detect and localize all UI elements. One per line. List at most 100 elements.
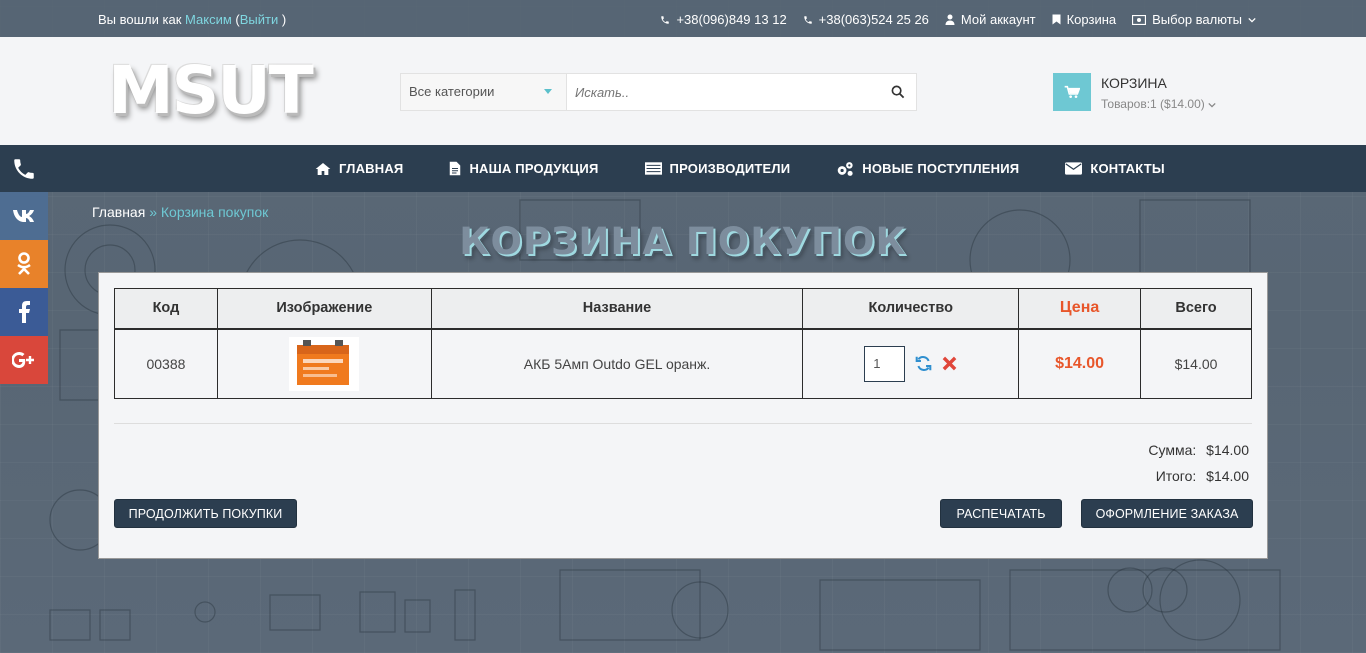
money-icon (1132, 14, 1147, 25)
cart-panel: Код Изображение Название Количество Цена… (98, 272, 1268, 559)
cart-totals: Сумма: $14.00 Итого: $14.00 (1148, 437, 1249, 489)
social-sidebar (0, 192, 48, 384)
quantity-controls (864, 345, 957, 382)
top-links: +38(096)849 13 12 +38(063)524 25 26 Мой … (660, 12, 1256, 27)
subtotal-value: $14.00 (1206, 442, 1249, 458)
home-icon (315, 162, 331, 175)
header-cart-summary-text: Товаров:1 ($14.00) (1101, 97, 1205, 111)
nav-item-new-arrivals-label: НОВЫЕ ПОСТУПЛЕНИЯ (862, 161, 1020, 176)
subtotal-row: Сумма: $14.00 (1148, 437, 1249, 463)
cart-link-label: Корзина (1066, 12, 1117, 27)
product-thumbnail[interactable] (289, 336, 360, 391)
google-plus-button[interactable] (0, 336, 48, 384)
cart-table: Код Изображение Название Количество Цена… (114, 288, 1252, 399)
chevron-down-icon (1248, 17, 1256, 23)
search-button[interactable] (880, 74, 916, 110)
header-total: Всего (1140, 288, 1252, 330)
site-logo[interactable]: MSUT (108, 47, 314, 135)
list-icon (644, 162, 662, 175)
cell-code: 00388 (114, 328, 218, 399)
print-button[interactable]: РАСПЕЧАТАТЬ (940, 499, 1062, 528)
phone-icon (661, 15, 670, 24)
currency-label: Выбор валюты (1152, 12, 1242, 27)
total-row: Итого: $14.00 (1148, 463, 1249, 489)
odnoklassniki-icon (17, 252, 31, 275)
top-bar: Вы вошли как Максим (Выйти ) +38(096)849… (0, 0, 1366, 37)
cell-image (216, 328, 432, 399)
cell-quantity (802, 328, 1020, 399)
gears-icon (837, 161, 853, 176)
cell-name[interactable]: АКБ 5Амп Outdo GEL оранж. (430, 328, 804, 399)
search-input[interactable] (567, 74, 880, 110)
cart-table-header: Код Изображение Название Количество Цена… (114, 288, 1252, 330)
header-cart-summary: Товаров:1 ($14.00) (1101, 97, 1216, 111)
breadcrumb-current[interactable]: Корзина покупок (161, 204, 268, 220)
logout-link[interactable]: Выйти (240, 12, 279, 27)
header-quantity: Количество (802, 288, 1020, 330)
breadcrumb-home[interactable]: Главная (92, 204, 145, 220)
nav-item-products-label: НАША ПРОДУКЦИЯ (469, 161, 599, 176)
nav-menu: ГЛАВНАЯ НАША ПРОДУКЦИЯ ПРОИЗВОДИТЕЛИ НОВ… (315, 145, 1211, 192)
phone-icon (14, 158, 34, 179)
quantity-input[interactable] (864, 345, 906, 382)
phone-1[interactable]: +38(096)849 13 12 (660, 12, 787, 27)
nav-item-new-arrivals[interactable]: НОВЫЕ ПОСТУПЛЕНИЯ (836, 161, 1019, 177)
chevron-down-icon (1208, 102, 1216, 108)
cart-link[interactable]: Корзина (1052, 12, 1117, 27)
login-status: Вы вошли как Максим (Выйти ) (98, 12, 286, 27)
phone-2-text: +38(063)524 25 26 (818, 12, 929, 27)
bookmark-icon (1052, 14, 1061, 25)
category-select[interactable]: Все категории (401, 74, 567, 110)
phone-callback-button[interactable] (0, 145, 48, 192)
logout-close-paren: ) (281, 12, 287, 27)
nav-item-manufacturers-label: ПРОИЗВОДИТЕЛИ (669, 161, 791, 176)
search-icon (891, 85, 905, 99)
breadcrumb: Главная » Корзина покупок (92, 204, 268, 220)
battery-image (297, 339, 350, 385)
user-name-link[interactable]: Максим (185, 12, 232, 27)
user-icon (945, 14, 955, 25)
shopping-cart-icon (1053, 73, 1091, 111)
phone-2[interactable]: +38(063)524 25 26 (803, 12, 929, 27)
nav-item-contacts-label: КОНТАКТЫ (1090, 161, 1165, 176)
site-header: MSUT Все категории КОРЗИНА Товаров:1 ($1… (0, 37, 1366, 145)
login-prefix: Вы вошли как (98, 12, 182, 27)
search-bar: Все категории (400, 73, 917, 111)
nav-item-home-label: ГЛАВНАЯ (339, 161, 404, 176)
subtotal-label: Сумма: (1148, 442, 1197, 458)
odnoklassniki-button[interactable] (0, 240, 48, 288)
google-plus-icon (12, 352, 34, 368)
account-label: Мой аккаунт (960, 12, 1036, 27)
file-icon (450, 161, 461, 176)
refresh-icon[interactable] (915, 355, 932, 372)
header-code: Код (114, 288, 218, 330)
account-link[interactable]: Мой аккаунт (945, 12, 1036, 27)
vk-icon (13, 210, 34, 222)
currency-selector[interactable]: Выбор валюты (1132, 12, 1256, 27)
nav-item-home[interactable]: ГЛАВНАЯ (315, 161, 403, 176)
cell-total: $14.00 (1140, 328, 1252, 399)
remove-icon[interactable] (942, 356, 957, 371)
header-image: Изображение (216, 288, 432, 330)
breadcrumb-separator: » (149, 204, 157, 220)
nav-item-contacts[interactable]: КОНТАКТЫ (1065, 161, 1165, 176)
total-label: Итого: (1155, 468, 1197, 484)
phone-icon (803, 15, 812, 24)
nav-item-products[interactable]: НАША ПРОДУКЦИЯ (449, 161, 598, 176)
divider (114, 423, 1252, 424)
category-selected: Все категории (409, 84, 495, 99)
facebook-button[interactable] (0, 288, 48, 336)
nav-item-manufacturers[interactable]: ПРОИЗВОДИТЕЛИ (644, 161, 791, 176)
header-name: Название (430, 288, 804, 330)
cell-price: $14.00 (1018, 328, 1142, 399)
vk-button[interactable] (0, 192, 48, 240)
checkout-button[interactable]: ОФОРМЛЕНИЕ ЗАКАЗА (1081, 499, 1253, 528)
continue-shopping-button[interactable]: ПРОДОЛЖИТЬ ПОКУПКИ (114, 499, 297, 528)
caret-down-icon (544, 89, 552, 94)
page-title: КОРЗИНА ПОКУПОК (459, 220, 907, 263)
total-value: $14.00 (1206, 468, 1249, 484)
main-nav: ГЛАВНАЯ НАША ПРОДУКЦИЯ ПРОИЗВОДИТЕЛИ НОВ… (0, 145, 1366, 192)
envelope-icon (1065, 162, 1083, 175)
table-row: 00388 АКБ 5Амп Outdo GEL оранж. 1 $14.00… (114, 328, 1252, 399)
header-price: Цена (1018, 288, 1142, 330)
